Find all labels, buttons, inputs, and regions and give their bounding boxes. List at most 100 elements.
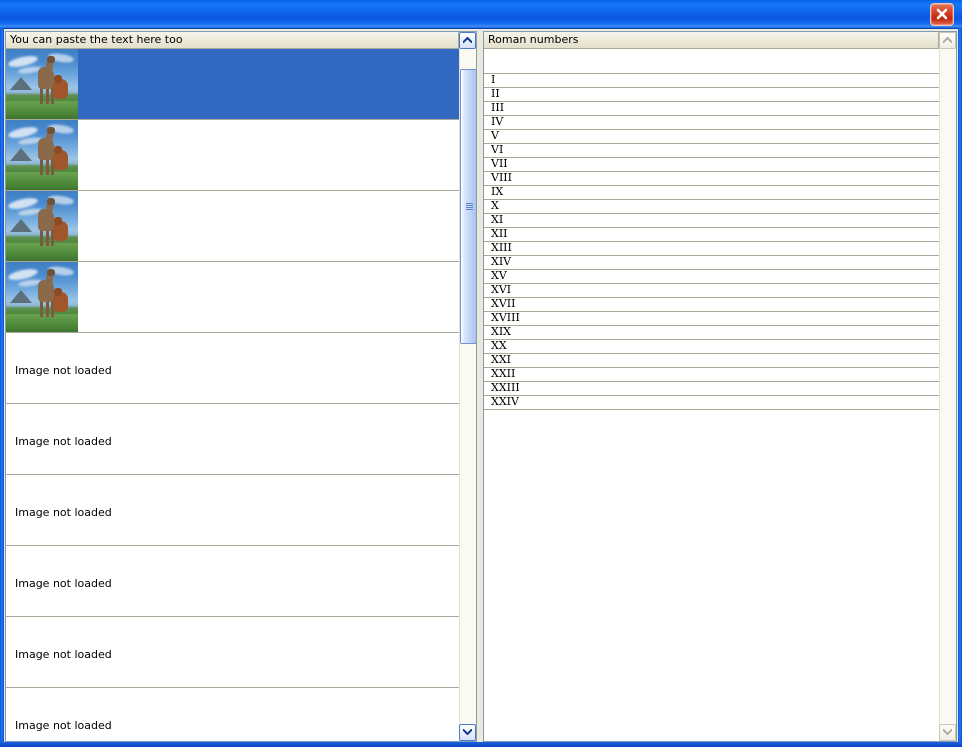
image-list[interactable]: Image not loaded Image not loaded Image no… [6,49,459,741]
list-item[interactable]: XIII [484,242,939,256]
list-item-label: XIX [491,326,511,338]
list-item-label: XXII [491,368,515,380]
list-item[interactable] [6,262,459,333]
list-item[interactable]: Image not loaded [6,617,459,688]
list-item[interactable]: V [484,130,939,144]
list-item-label: Image not loaded [15,364,112,377]
list-item[interactable]: Image not loaded [6,546,459,617]
list-item-label: XV [491,270,507,282]
list-item[interactable]: X [484,200,939,214]
list-item-label: Image not loaded [15,435,112,448]
list-item[interactable]: VIII [484,172,939,186]
list-item-label: I [491,74,495,86]
scroll-down-button-left[interactable] [459,724,476,741]
list-item-label: IX [491,186,503,198]
image-list-scrollbar[interactable] [459,32,476,741]
list-item-label: Image not loaded [15,506,112,519]
chevron-down-icon [463,729,472,735]
image-list-header: You can paste the text here too [6,32,459,49]
thumbnail-image [6,120,78,190]
list-item-label [78,191,459,261]
list-item-label: X [491,200,499,212]
thumbnail-image [6,49,78,119]
list-item[interactable]: Image not loaded [6,475,459,546]
list-item-label: III [491,102,504,114]
list-item[interactable]: IV [484,116,939,130]
scroll-up-button-right[interactable] [939,32,956,49]
list-item[interactable]: XX [484,340,939,354]
chevron-down-icon [943,729,952,735]
list-item[interactable]: XII [484,228,939,242]
roman-numbers-header: Roman numbers [484,32,939,49]
application-window: You can paste the text here too Image no… [0,0,962,747]
list-item-label: IV [491,116,503,128]
list-item[interactable]: XXI [484,354,939,368]
chevron-up-icon [943,37,952,43]
list-item-label [78,49,459,119]
list-item[interactable] [484,60,939,74]
list-item-label: XVII [491,298,515,310]
list-top-spacer [484,49,939,60]
list-item[interactable]: XXIII [484,382,939,396]
window-border-right [958,28,962,747]
list-item-label: XI [491,214,503,226]
list-item[interactable]: XXIV [484,396,939,410]
scroll-down-button-right[interactable] [939,724,956,741]
list-item[interactable]: Image not loaded [6,404,459,475]
list-item-label [78,262,459,332]
list-item-label: XIV [491,256,511,268]
list-item[interactable]: VII [484,158,939,172]
scroll-track-left[interactable] [459,49,477,724]
list-item-label: XX [491,340,507,352]
list-item[interactable]: Image not loaded [6,333,459,404]
scroll-up-button-left[interactable] [459,32,476,49]
list-item[interactable]: I [484,74,939,88]
list-item-label [78,120,459,190]
roman-numbers-panel: Roman numbers IIIIIIIVVVIVIIVIIIIXXXIXII… [483,31,957,742]
close-button[interactable] [930,3,954,26]
list-item-label: XIII [491,242,512,254]
roman-numbers-scrollbar[interactable] [939,32,956,741]
list-item[interactable]: XV [484,270,939,284]
list-item-label: Image not loaded [15,719,112,732]
roman-numbers-list[interactable]: IIIIIIIVVVIVIIVIIIIXXXIXIIXIIIXIVXVXVIXV… [484,49,939,741]
list-item[interactable]: XXII [484,368,939,382]
scroll-track-right[interactable] [939,49,957,724]
list-item-label: Image not loaded [15,577,112,590]
list-item-label: VII [491,158,508,170]
list-item[interactable]: XVI [484,284,939,298]
list-item-label: V [491,130,499,142]
list-item-label: II [491,88,500,100]
window-border-left [0,28,4,747]
list-item-label: XVIII [491,312,520,324]
list-item-label: XXI [491,354,511,366]
chevron-up-icon [463,37,472,43]
list-item-label: XXIII [491,382,520,394]
scroll-thumb-left[interactable] [460,69,477,344]
list-item[interactable] [6,120,459,191]
list-item[interactable]: XIX [484,326,939,340]
list-item-label: VIII [491,172,512,184]
list-item[interactable]: II [484,88,939,102]
thumbnail-image [6,191,78,261]
image-list-panel: You can paste the text here too Image no… [5,31,477,742]
list-item[interactable] [6,191,459,262]
list-item[interactable]: XI [484,214,939,228]
list-item-label: Image not loaded [15,648,112,661]
list-item-label: XVI [491,284,511,296]
list-item[interactable]: III [484,102,939,116]
close-x-icon [935,7,949,21]
list-item[interactable] [6,49,459,120]
list-item[interactable]: XIV [484,256,939,270]
thumbnail-image [6,262,78,332]
list-item[interactable]: Image not loaded [6,688,459,741]
window-border-bottom [0,742,962,747]
list-item-label: VI [491,144,503,156]
list-item[interactable]: XVII [484,298,939,312]
list-item-label: XII [491,228,508,240]
list-item[interactable]: VI [484,144,939,158]
scroll-grip-icon [466,203,473,211]
list-item[interactable]: XVIII [484,312,939,326]
list-item[interactable]: IX [484,186,939,200]
title-bar[interactable] [0,0,962,29]
